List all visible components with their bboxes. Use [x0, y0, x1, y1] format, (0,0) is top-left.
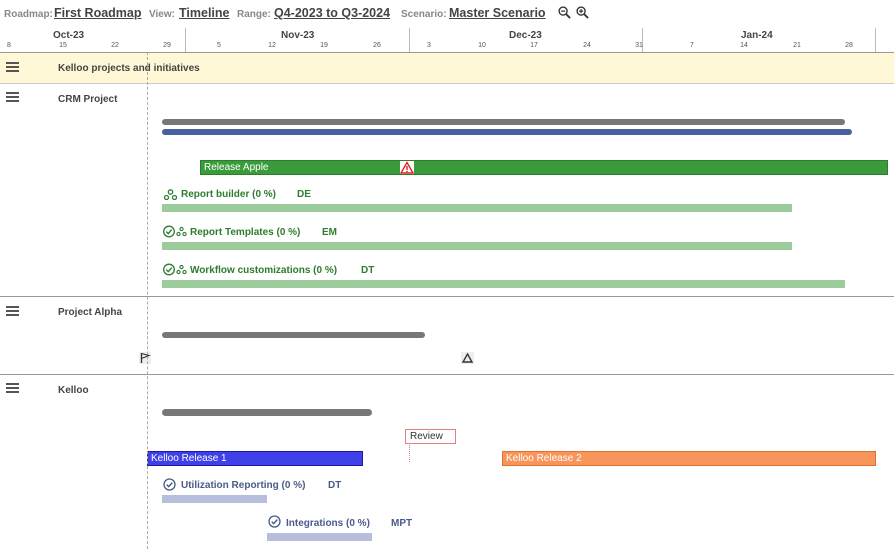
scenario-selector[interactable]: Master Scenario [449, 6, 546, 20]
day-tick: 24 [583, 42, 591, 49]
feature-owner: DT [361, 265, 375, 276]
zoom-out-icon[interactable] [558, 6, 571, 19]
month-divider [409, 28, 410, 52]
scenario-label: Scenario: [401, 9, 447, 20]
view-label: View: [149, 9, 175, 20]
project-bar[interactable] [162, 409, 372, 416]
project-bar[interactable] [162, 119, 845, 125]
range-label: Range: [237, 9, 271, 20]
day-tick: 19 [320, 42, 328, 49]
month-label: Dec-23 [509, 30, 542, 41]
group-banner: Kelloo projects and initiatives [0, 53, 894, 84]
feature-label[interactable]: Integrations (0 %) [286, 518, 370, 529]
release-bar[interactable]: Release Apple [200, 160, 888, 175]
milestone-icon[interactable] [461, 352, 474, 364]
feature-bar[interactable] [267, 533, 372, 541]
feature-bar[interactable] [162, 204, 792, 212]
day-tick: 22 [111, 42, 119, 49]
warning-icon[interactable] [400, 161, 414, 174]
group-title: Kelloo projects and initiatives [58, 63, 200, 74]
roadmap-label: Roadmap: [4, 9, 53, 20]
day-tick: 5 [217, 42, 221, 49]
release-label: Release Apple [204, 162, 269, 173]
day-tick: 15 [59, 42, 67, 49]
day-tick: 8 [7, 42, 11, 49]
month-divider [875, 28, 876, 52]
feature-bar[interactable] [162, 280, 845, 288]
day-tick: 29 [163, 42, 171, 49]
month-label: Oct-23 [53, 30, 85, 41]
today-marker [147, 52, 148, 549]
check-hierarchy-icon [163, 263, 187, 276]
month-divider [185, 28, 186, 52]
day-tick: 26 [373, 42, 381, 49]
range-selector[interactable]: Q4-2023 to Q3-2024 [274, 6, 390, 20]
view-selector[interactable]: Timeline [179, 6, 229, 20]
day-tick: 10 [478, 42, 486, 49]
menu-icon[interactable] [6, 62, 19, 74]
release-label: Kelloo Release 2 [506, 453, 582, 464]
roadmap-selector[interactable]: First Roadmap [54, 6, 142, 20]
milestone-connector [409, 445, 410, 462]
review-label: Review [410, 431, 443, 442]
feature-owner: DE [297, 189, 311, 200]
project-bar[interactable] [162, 332, 425, 338]
lane-title-alpha: Project Alpha [58, 307, 123, 318]
release-label: Kelloo Release 1 [151, 453, 227, 464]
menu-icon[interactable] [6, 92, 19, 104]
flag-icon[interactable] [139, 352, 151, 364]
month-label: Nov-23 [281, 30, 315, 41]
day-tick: 31 [635, 42, 643, 49]
feature-label[interactable]: Report builder (0 %) [181, 189, 276, 200]
release-bar[interactable]: Kelloo Release 1 [147, 451, 363, 466]
day-tick: 14 [740, 42, 748, 49]
menu-icon[interactable] [6, 306, 19, 318]
month-label: Jan-24 [741, 30, 773, 41]
feature-bar[interactable] [162, 495, 267, 503]
day-tick: 12 [268, 42, 276, 49]
menu-icon[interactable] [6, 383, 19, 395]
feature-label[interactable]: Report Templates (0 %) [190, 227, 300, 238]
project-bar[interactable] [162, 129, 852, 135]
feature-owner: DT [328, 480, 342, 491]
day-tick: 21 [793, 42, 801, 49]
feature-label[interactable]: Workflow customizations (0 %) [190, 265, 337, 276]
lane-divider [0, 296, 894, 297]
hierarchy-icon [164, 189, 177, 200]
check-circle-icon [268, 515, 281, 528]
lane-divider [0, 374, 894, 375]
zoom-in-icon[interactable] [576, 6, 589, 19]
lane-title-crm: CRM Project [58, 94, 118, 105]
day-tick: 3 [427, 42, 431, 49]
check-circle-icon [163, 478, 176, 491]
day-tick: 7 [690, 42, 694, 49]
feature-owner: MPT [391, 518, 413, 529]
feature-label[interactable]: Utilization Reporting (0 %) [181, 480, 305, 491]
timescale-header: Oct-23 Nov-23 Dec-23 Jan-24 8 15 22 29 5… [0, 28, 894, 53]
day-tick: 17 [530, 42, 538, 49]
release-bar[interactable]: Kelloo Release 2 [502, 451, 876, 466]
check-hierarchy-icon [163, 225, 187, 238]
review-milestone[interactable]: Review [405, 429, 456, 444]
toolbar: Roadmap: First Roadmap View: Timeline Ra… [0, 0, 894, 28]
lane-title-kelloo: Kelloo [58, 385, 89, 396]
feature-bar[interactable] [162, 242, 792, 250]
day-tick: 28 [845, 42, 853, 49]
feature-owner: EM [322, 227, 337, 238]
